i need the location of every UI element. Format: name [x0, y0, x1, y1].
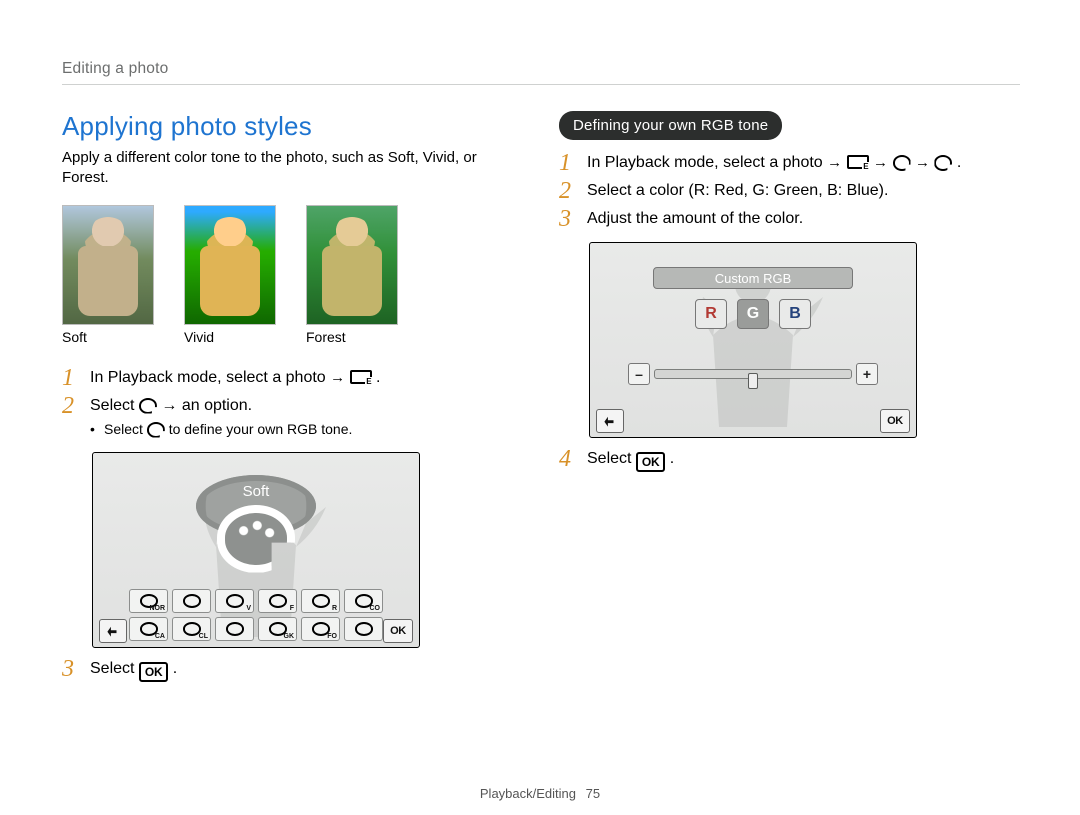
step-3-end: . — [173, 660, 177, 677]
step-1-text-a: In Playback mode, select a photo — [90, 369, 330, 386]
thumb-soft-image — [62, 205, 154, 325]
thumb-forest-caption: Forest — [306, 329, 398, 345]
slider-thumb[interactable] — [748, 373, 758, 389]
edit-icon-suffix: E — [365, 377, 372, 386]
intro-text: Apply a different color tone to the phot… — [62, 148, 523, 189]
r-step-2: Select a color (R: Red, G: Green, B: Blu… — [559, 182, 1020, 200]
left-steps-cont: Select OK . — [62, 660, 523, 682]
r-step-3: Adjust the amount of the color. — [559, 210, 1020, 228]
arrow-icon: → — [827, 154, 842, 171]
channel-b-button[interactable]: B — [779, 299, 811, 329]
style-tile-soft[interactable] — [172, 589, 211, 613]
current-style-label: Soft — [243, 483, 270, 500]
slider-minus-button[interactable]: – — [628, 363, 650, 385]
palette-custom-icon — [934, 155, 952, 171]
thumb-forest: Forest — [306, 205, 398, 345]
step-2-note-a: Select — [104, 421, 147, 437]
step-2-note: Select to define your own RGB tone. — [90, 421, 523, 438]
thumb-vivid: Vivid — [184, 205, 276, 345]
arrow-icon: → — [873, 154, 888, 171]
thumb-soft: Soft — [62, 205, 154, 345]
back-button[interactable] — [596, 409, 624, 433]
step-3: Select OK . — [62, 660, 523, 682]
style-tile-nor[interactable]: NOR — [129, 589, 168, 613]
footer-section: Playback/Editing — [480, 786, 576, 801]
page-footer: Playback/Editing 75 — [0, 786, 1080, 801]
arrow-icon: → — [915, 154, 930, 171]
r-step-1-end: . — [957, 154, 961, 171]
left-steps: In Playback mode, select a photo → E . S… — [62, 369, 523, 438]
style-selector-screen: Soft NOR V F R CO CA CL GK FO — [92, 452, 420, 648]
rgb-channel-row: R G B — [695, 299, 811, 329]
slider-plus-button[interactable]: + — [856, 363, 878, 385]
ok-button[interactable]: OK — [880, 409, 910, 433]
rgb-adjust-screen: Custom RGB R G B – + OK — [589, 242, 917, 438]
r-step-4-a: Select — [587, 450, 636, 467]
ok-icon: OK — [636, 452, 665, 472]
ok-button[interactable]: OK — [383, 619, 413, 643]
step-1: In Playback mode, select a photo → E . — [62, 369, 523, 387]
step-2-text-b: → an option. — [161, 397, 252, 414]
r-step-1: In Playback mode, select a photo → E → →… — [559, 154, 1020, 172]
palette-icon — [139, 398, 157, 414]
edit-icon-suffix: E — [862, 162, 869, 171]
edit-icon: E — [847, 155, 869, 169]
channel-r-button[interactable]: R — [695, 299, 727, 329]
style-tile-forest[interactable]: F — [258, 589, 297, 613]
right-steps-cont: Select OK . — [559, 450, 1020, 472]
right-column: Defining your own RGB tone In Playback m… — [559, 111, 1020, 692]
thumb-soft-caption: Soft — [62, 329, 154, 345]
ok-icon: OK — [139, 662, 168, 682]
section-title: Applying photo styles — [62, 111, 523, 142]
r-step-4-end: . — [670, 450, 674, 467]
amount-slider[interactable]: – + — [628, 363, 878, 385]
header-divider — [62, 84, 1020, 85]
thumb-vivid-image — [184, 205, 276, 325]
step-3-text-a: Select — [90, 660, 139, 677]
style-tile-retro[interactable]: R — [301, 589, 340, 613]
slider-track[interactable] — [654, 369, 852, 379]
left-column: Applying photo styles Apply a different … — [62, 111, 523, 692]
style-thumbnails: Soft Vivid Forest — [62, 205, 523, 345]
step-1-end: . — [376, 369, 380, 386]
back-button[interactable] — [99, 619, 127, 643]
step-2: Select → an option. Select to define you… — [62, 397, 523, 438]
step-2-note-b: to define your own RGB tone. — [169, 421, 353, 437]
step-2-text-a: Select — [90, 397, 139, 414]
style-tile-cool[interactable]: CO — [344, 589, 383, 613]
r-step-4: Select OK . — [559, 450, 1020, 472]
style-tile-vivid[interactable]: V — [215, 589, 254, 613]
custom-rgb-label: Custom RGB — [653, 267, 853, 289]
thumb-vivid-caption: Vivid — [184, 329, 276, 345]
rgb-callout: Defining your own RGB tone — [559, 111, 782, 140]
channel-g-button[interactable]: G — [737, 299, 769, 329]
breadcrumb: Editing a photo — [62, 60, 1020, 78]
footer-page-number: 75 — [586, 786, 600, 801]
thumb-forest-image — [306, 205, 398, 325]
edit-icon: E — [350, 370, 372, 384]
palette-icon — [893, 155, 911, 171]
right-steps: In Playback mode, select a photo → E → →… — [559, 154, 1020, 228]
arrow-icon: → — [330, 369, 345, 386]
palette-custom-icon — [147, 422, 165, 438]
r-step-1-a: In Playback mode, select a photo — [587, 154, 827, 171]
